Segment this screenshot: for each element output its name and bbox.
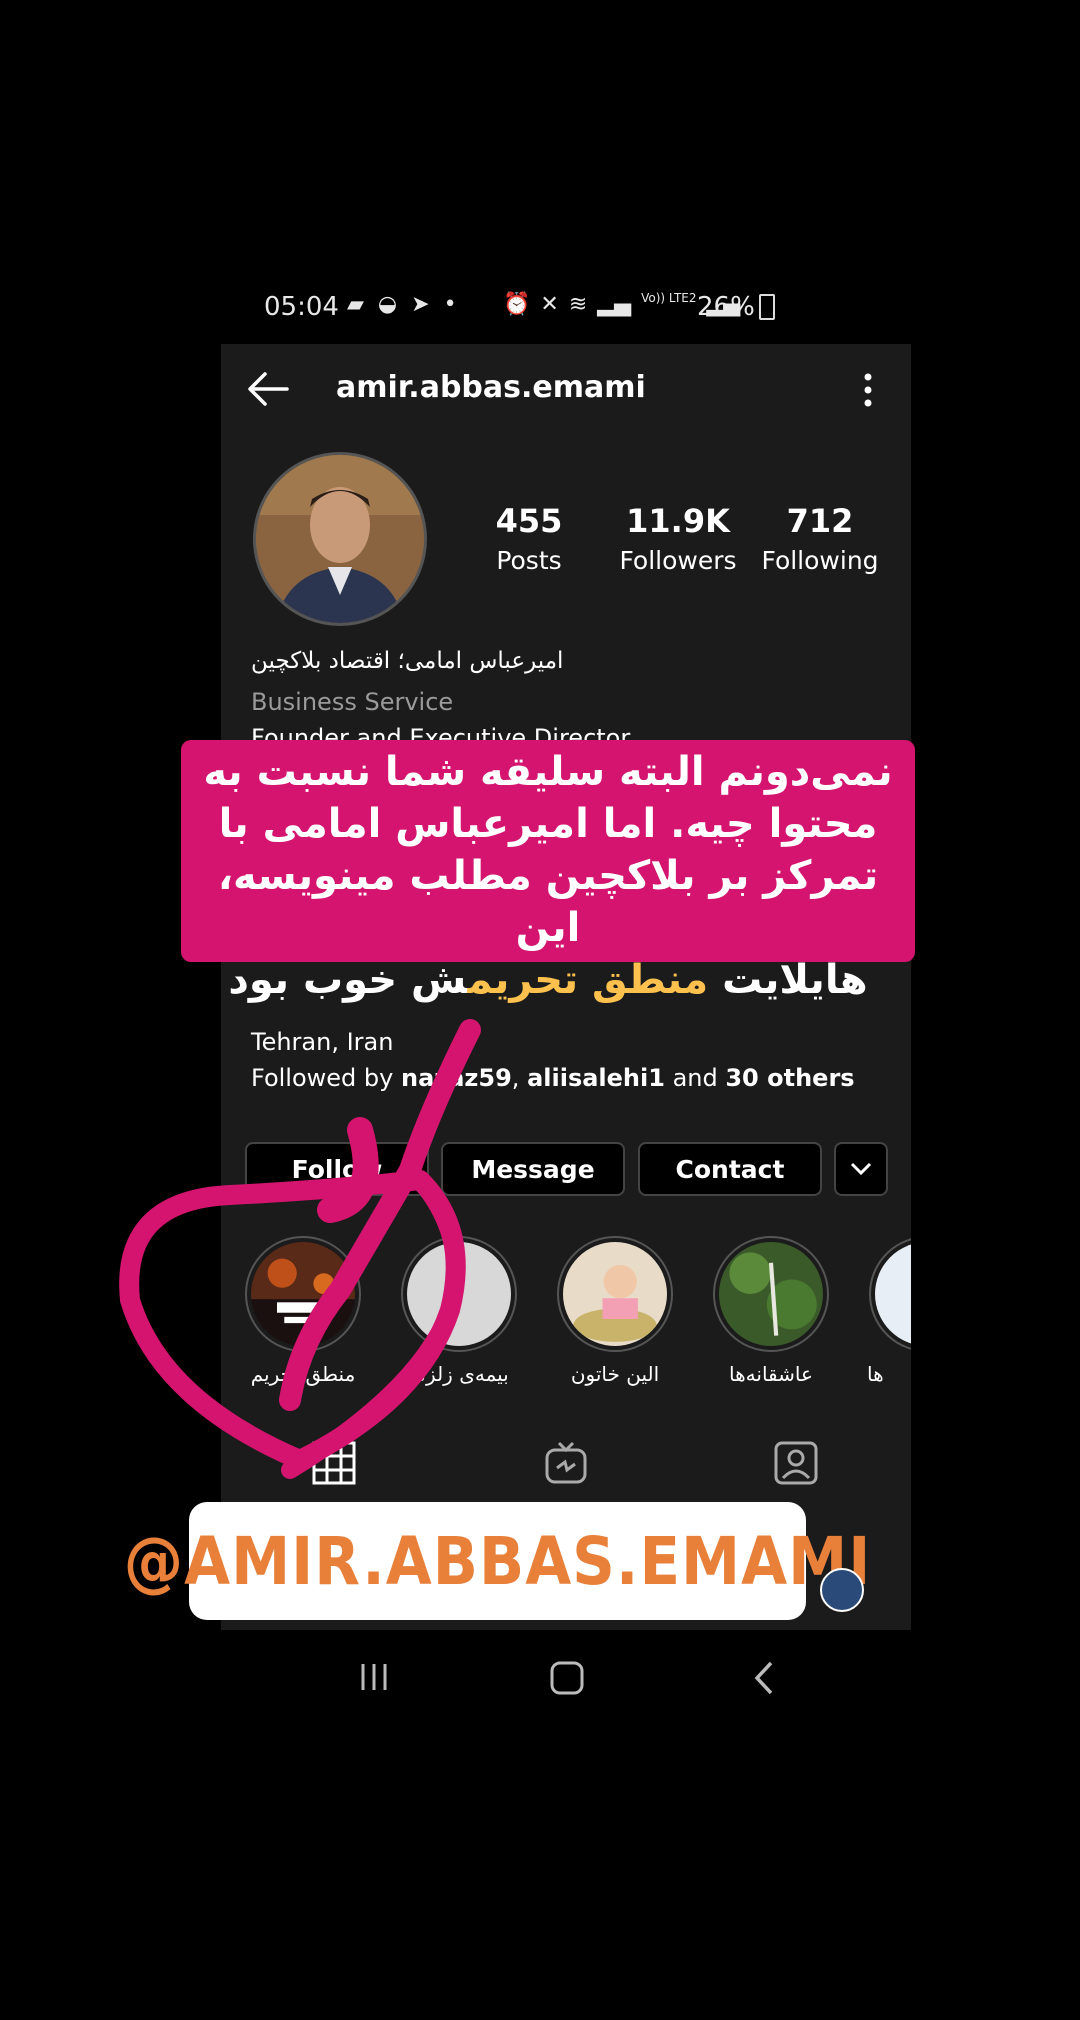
viewer-avatar[interactable] <box>820 1568 864 1612</box>
hand-drawn-arrow-icon <box>119 1019 481 1479</box>
mention-sticker[interactable]: @AMIR.ABBAS.EMAMI <box>124 1502 870 1620</box>
